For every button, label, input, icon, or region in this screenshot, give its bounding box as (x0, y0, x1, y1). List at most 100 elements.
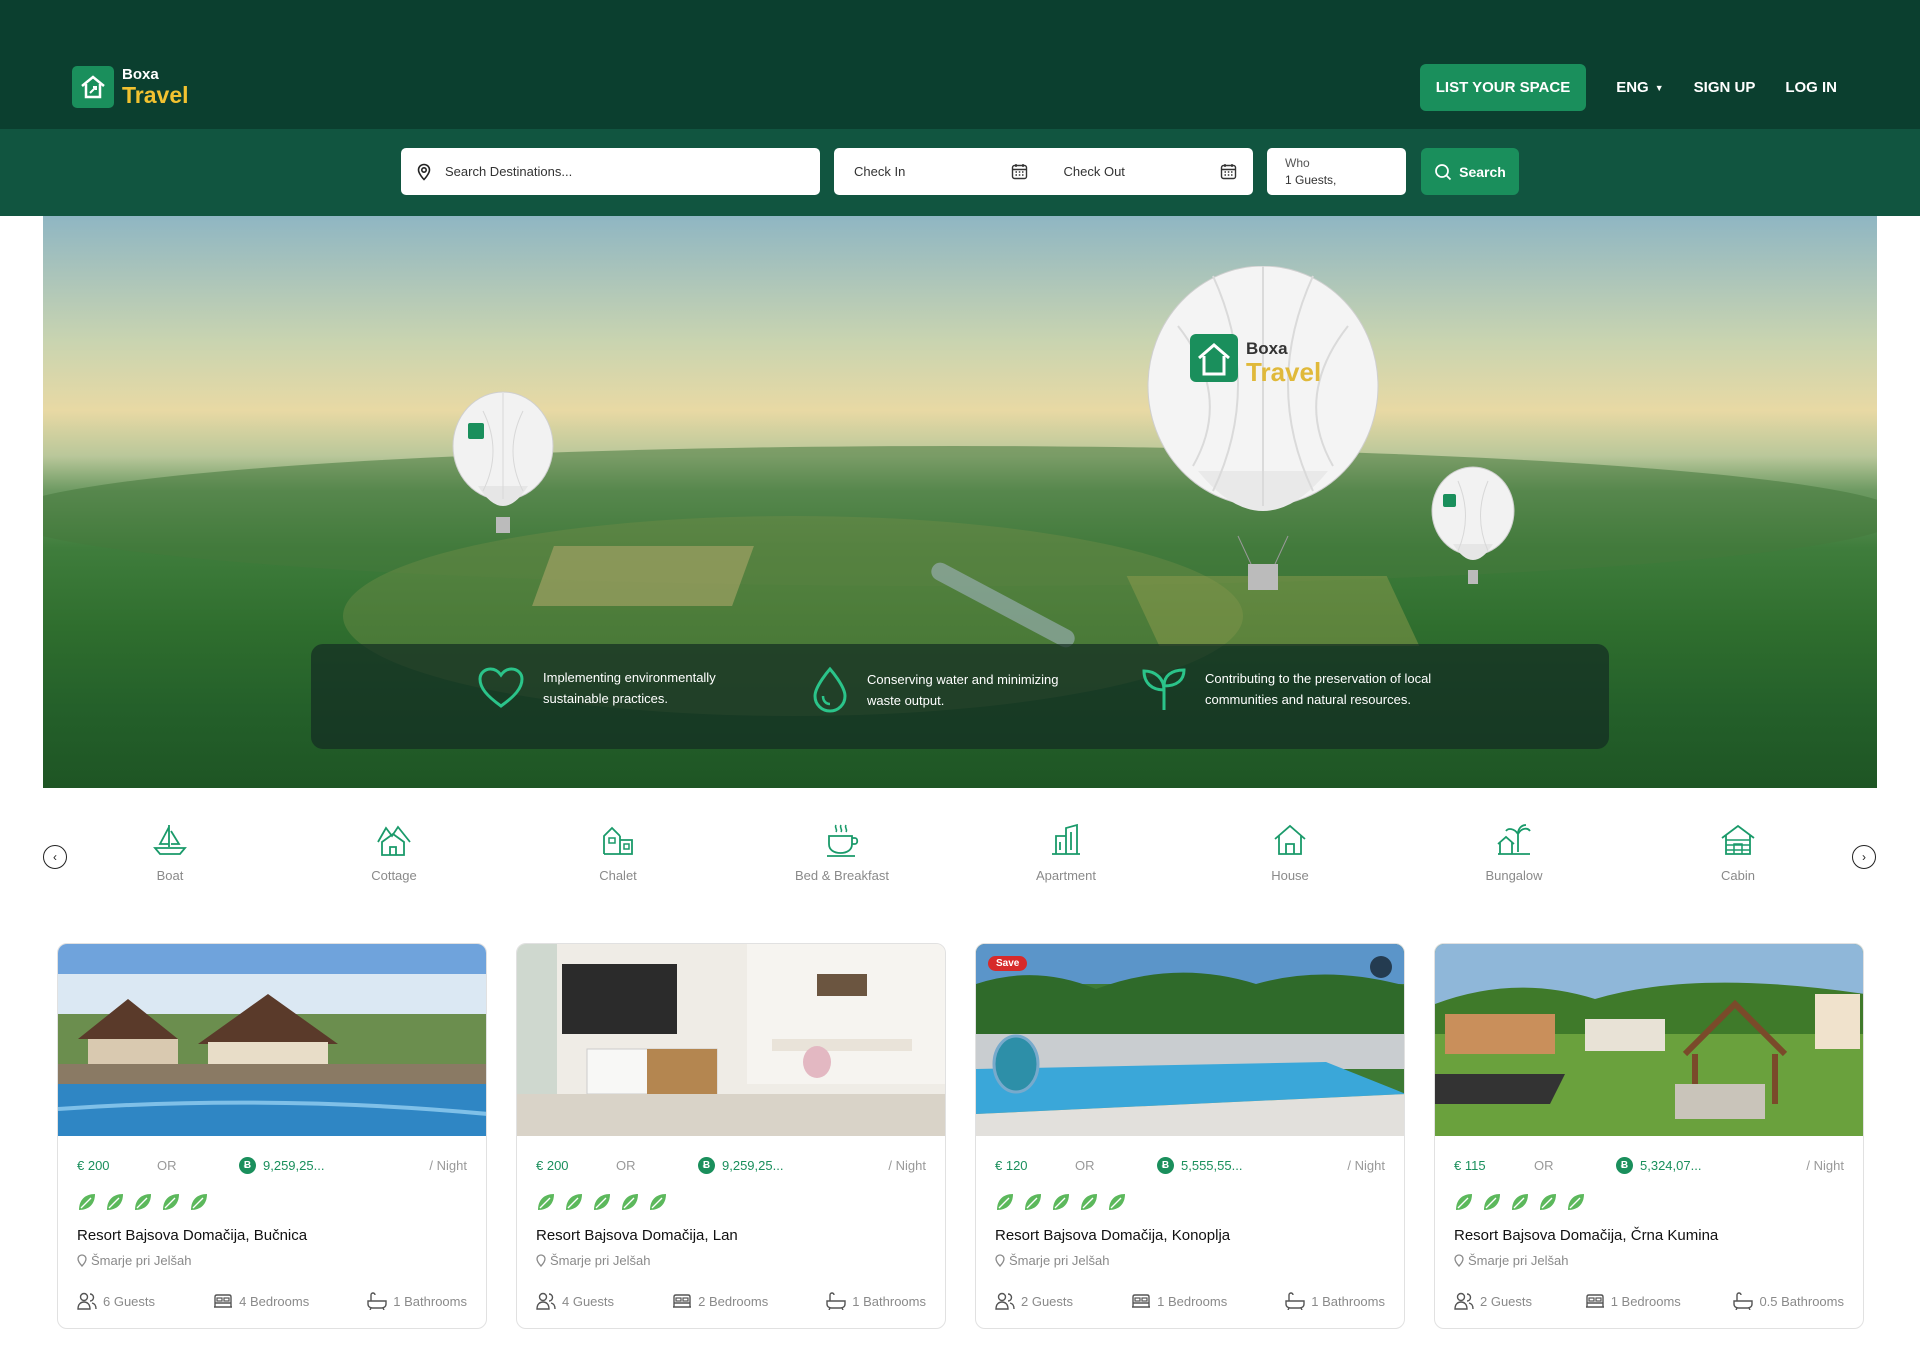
category-boat[interactable]: Boat (100, 822, 240, 883)
listing-location-text: Šmarje pri Jelšah (1009, 1253, 1110, 1268)
map-pin-icon (536, 1254, 546, 1267)
guests-count-text: 6 Guests (103, 1293, 156, 1309)
listing-location: Šmarje pri Jelšah (1454, 1253, 1844, 1268)
listing-title[interactable]: Resort Bajsova Domačija, Lan (536, 1227, 926, 1244)
listing-location-text: Šmarje pri Jelšah (91, 1253, 192, 1268)
categories-prev-button[interactable]: ‹ (43, 845, 67, 869)
per-night-label: / Night (1347, 1157, 1385, 1173)
sign-up-link[interactable]: SIGN UP (1694, 79, 1756, 96)
leaf-icon (650, 1194, 666, 1210)
bathrooms-count: 1 Bathrooms (367, 1292, 467, 1310)
listing-card[interactable]: Save € 120 OR Ƀ 5,555,55... / Night Resor… (975, 943, 1405, 1329)
per-night-label: / Night (429, 1157, 467, 1173)
leaf-icon (997, 1194, 1013, 1210)
feature-text: Implementing environmentally sustainable… (543, 670, 716, 706)
leaf-icon (135, 1194, 151, 1210)
price-token: Ƀ 9,259,25... (698, 1156, 888, 1174)
listing-photo: Save (976, 944, 1404, 1136)
main-nav: LIST YOUR SPACE ENG ▼ SIGN UP LOG IN (1419, 64, 1837, 111)
listing-title[interactable]: Resort Bajsova Domačija, Črna Kumina (1454, 1227, 1844, 1244)
category-cabin[interactable]: Cabin (1668, 822, 1808, 883)
token-coin-icon: Ƀ (239, 1156, 256, 1174)
listing-amenities: 2 Guests 1 Bedrooms 1 Bathrooms (995, 1292, 1385, 1310)
token-coin-icon: Ƀ (1616, 1156, 1633, 1174)
category-label: Cottage (371, 868, 417, 883)
feature-item: Implementing environmentally sustainable… (477, 666, 763, 710)
svg-text:Boxa: Boxa (1246, 339, 1288, 358)
search-button-label: Search (1459, 163, 1506, 180)
category-chalet[interactable]: Chalet (548, 822, 688, 883)
category-bungalow[interactable]: Bungalow (1444, 822, 1584, 883)
calendar-icon (1011, 164, 1027, 180)
bed-icon (1132, 1294, 1151, 1308)
feature-text: Conserving water and minimizing waste ou… (867, 672, 1059, 708)
chalet-icon (603, 826, 633, 855)
leaf-icon (566, 1194, 582, 1210)
apartment-icon (1052, 823, 1080, 855)
leaf-icon (1568, 1194, 1584, 1210)
language-selector[interactable]: ENG ▼ (1616, 79, 1663, 96)
destination-search-field[interactable]: Search Destinations... (401, 148, 820, 195)
price-eur: € 120 (995, 1157, 1028, 1173)
leaf-icon (1484, 1194, 1500, 1210)
category-house[interactable]: House (1220, 822, 1360, 883)
leaf-icon (1025, 1194, 1041, 1210)
listing-card[interactable]: € 115 OR Ƀ 5,324,07... / Night Resort Baj… (1434, 943, 1864, 1329)
category-label: Apartment (1036, 868, 1096, 883)
check-in-field[interactable]: Check In (834, 148, 1044, 195)
check-out-field[interactable]: Check Out (1044, 148, 1254, 195)
leaf-icon (1512, 1194, 1528, 1210)
cabin-icon (1721, 824, 1755, 855)
leaf-icon (1053, 1194, 1069, 1210)
guests-count: 6 Guests (77, 1292, 155, 1310)
bedrooms-count: 1 Bedrooms (1131, 1292, 1227, 1310)
guests-field[interactable]: Who 1 Guests, (1267, 148, 1406, 195)
house-logo-icon (72, 66, 114, 108)
price-token-value: 5,324,07... (1640, 1157, 1702, 1173)
category-label: Boat (156, 868, 184, 883)
token-coin-icon: Ƀ (1157, 1156, 1174, 1174)
bedrooms-count-text: 1 Bedrooms (1610, 1293, 1681, 1309)
log-in-link[interactable]: LOG IN (1785, 79, 1837, 96)
leaf-icon (538, 1194, 554, 1210)
price-token-value: 9,259,25... (722, 1157, 784, 1173)
brand-logo[interactable]: Boxa Travel (72, 66, 189, 108)
listing-photo-living-room (517, 944, 945, 1136)
price-token: Ƀ 9,259,25... (239, 1156, 429, 1174)
bathtub-icon (367, 1292, 387, 1310)
visual-search-icon[interactable] (1370, 956, 1392, 978)
listing-amenities: 4 Guests 2 Bedrooms 1 Bathrooms (536, 1292, 926, 1310)
guests-label: Who (1285, 156, 1310, 170)
users-icon (995, 1292, 1015, 1310)
listing-photo (58, 944, 486, 1136)
list-your-space-button[interactable]: LIST YOUR SPACE (1419, 64, 1587, 111)
guests-count-text: 2 Guests (1021, 1293, 1074, 1309)
guests-count: 2 Guests (995, 1292, 1073, 1310)
category-cottage[interactable]: Cottage (324, 822, 464, 883)
bedrooms-count-text: 4 Bedrooms (239, 1293, 310, 1309)
price-or-separator: OR (157, 1157, 177, 1173)
cottage-icon (377, 825, 411, 856)
per-night-label: / Night (1806, 1157, 1844, 1173)
listing-title[interactable]: Resort Bajsova Domačija, Konoplja (995, 1227, 1385, 1244)
category-apartment[interactable]: Apartment (996, 822, 1136, 883)
bedrooms-count-text: 2 Bedrooms (698, 1293, 769, 1309)
check-in-label: Check In (854, 164, 906, 179)
search-button[interactable]: Search (1421, 148, 1519, 195)
bed-icon (1585, 1294, 1604, 1308)
brand-name-bottom: Travel (122, 82, 189, 108)
eco-leaf-rating (995, 1192, 1385, 1212)
listing-card[interactable]: € 200 OR Ƀ 9,259,25... / Night Resort Baj… (516, 943, 946, 1329)
category-label: Bungalow (1485, 868, 1543, 883)
categories-next-button[interactable]: › (1852, 845, 1876, 869)
listing-photo (1435, 944, 1863, 1136)
price-eur: € 200 (77, 1157, 110, 1173)
pinterest-save-badge[interactable]: Save (988, 956, 1028, 971)
category-label: Bed & Breakfast (795, 868, 889, 883)
bedrooms-count: 1 Bedrooms (1585, 1292, 1681, 1310)
listing-title[interactable]: Resort Bajsova Domačija, Bučnica (77, 1227, 467, 1244)
price-or-separator: OR (1534, 1157, 1554, 1173)
users-icon (536, 1292, 556, 1310)
listing-card[interactable]: € 200 OR Ƀ 9,259,25... / Night Resort Baj… (57, 943, 487, 1329)
category-bed-and-breakfast[interactable]: Bed & Breakfast (772, 822, 912, 883)
